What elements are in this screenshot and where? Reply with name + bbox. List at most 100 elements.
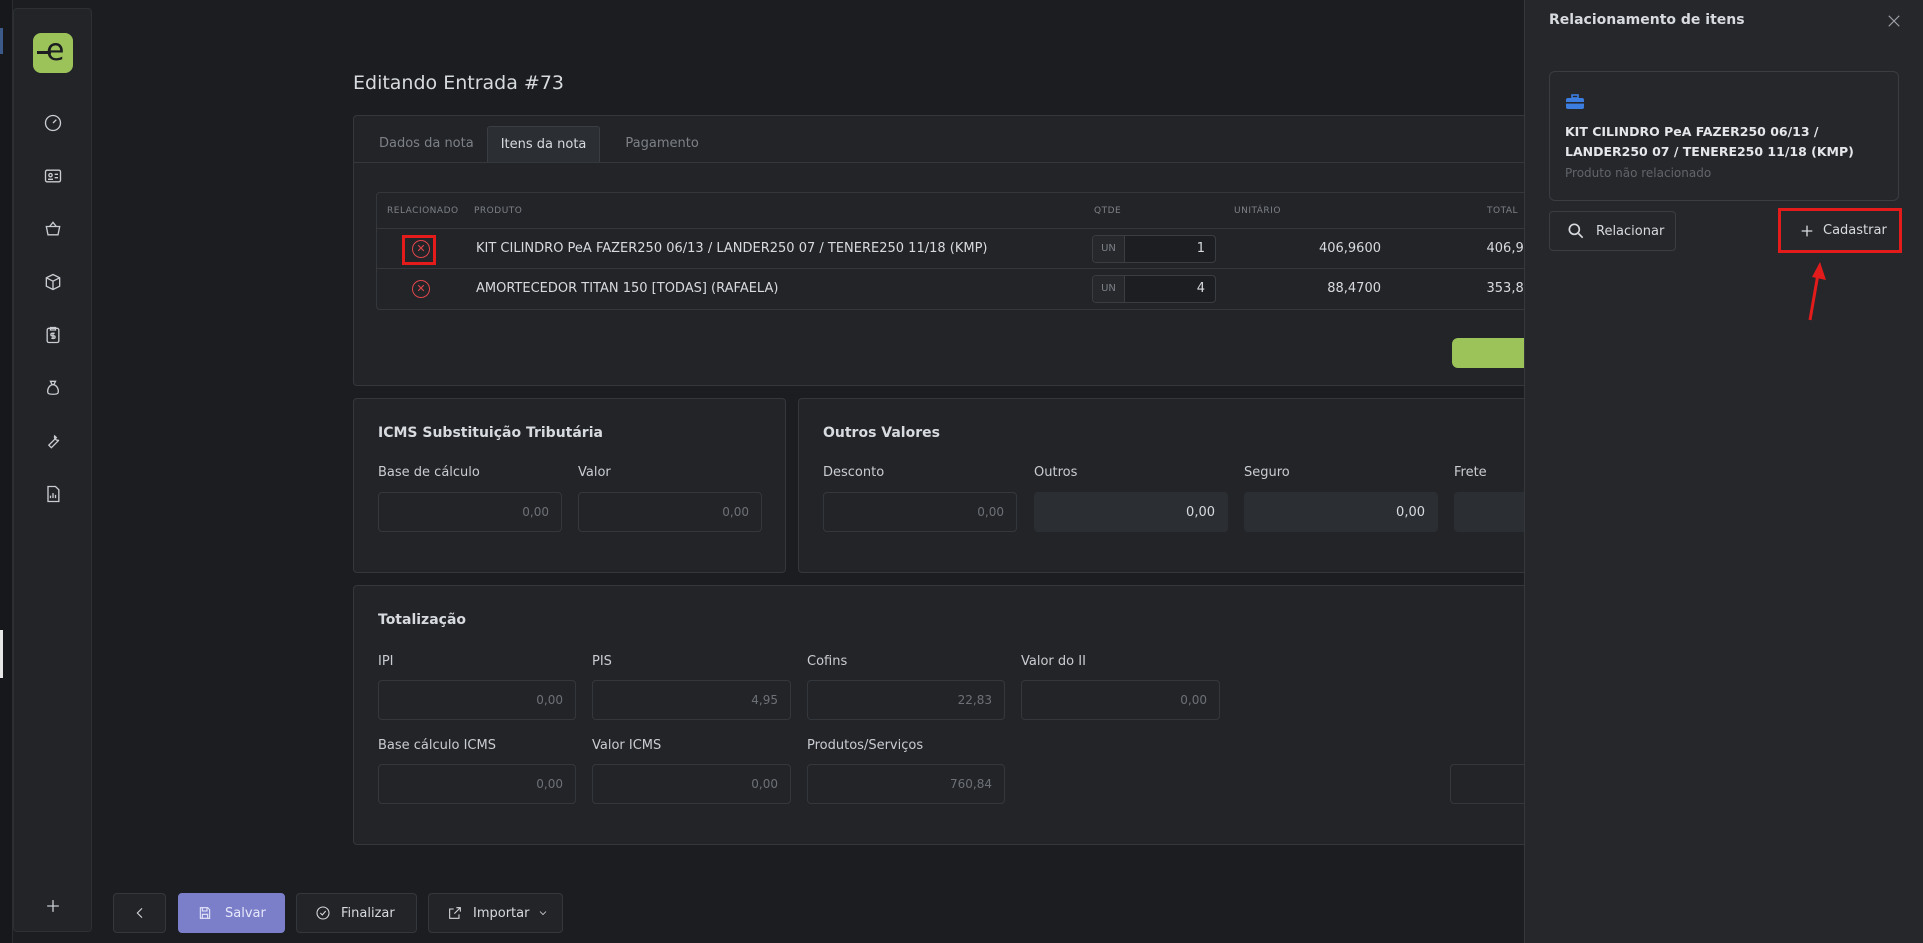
base-calculo-value: 0,00 [522, 505, 549, 519]
base-icms-field[interactable]: 0,00 [378, 764, 576, 804]
table-header: RELACIONADO PRODUTO QTDE UNITÁRIO TOTAL [377, 193, 1552, 229]
dashboard-icon[interactable] [40, 110, 66, 136]
valor-icms-value: 0,00 [751, 777, 778, 791]
valor-ii-value: 0,00 [1180, 693, 1207, 707]
contact-card-icon[interactable] [40, 163, 66, 189]
header-total: TOTAL [1487, 206, 1519, 216]
close-icon[interactable] [1885, 12, 1903, 30]
report-icon[interactable] [40, 481, 66, 507]
header-unitario: UNITÁRIO [1234, 206, 1281, 216]
produtos-servicos-value: 760,84 [950, 777, 992, 791]
icms-title: ICMS Substituição Tributária [378, 425, 603, 441]
quantity-value[interactable]: 4 [1197, 281, 1205, 296]
valor-field[interactable]: 0,00 [578, 492, 762, 532]
highlight-box [402, 235, 436, 265]
money-bag-icon[interactable] [40, 375, 66, 401]
finalizar-button[interactable]: Finalizar [296, 893, 417, 933]
sidebar: e [13, 8, 92, 932]
save-button[interactable]: Salvar [178, 893, 285, 933]
finance-clipboard-icon[interactable] [40, 322, 66, 348]
product-card: KIT CILINDRO PeA FAZER250 06/13 / LANDER… [1549, 71, 1899, 201]
x-circle-icon[interactable]: ✕ [412, 280, 430, 298]
header-produto: PRODUTO [474, 206, 523, 216]
page-title: Editando Entrada #73 [353, 72, 564, 94]
totalizacao-panel: Totalização IPI PIS Cofins Valor do II 0… [353, 585, 1554, 845]
row-unitario: 406,9600 [1318, 241, 1381, 256]
outros-field[interactable]: 0,00 [1034, 492, 1228, 532]
outros-value: 0,00 [1186, 505, 1215, 520]
edge-strip [0, 0, 13, 943]
ipi-value: 0,00 [536, 693, 563, 707]
outros-label: Outros [1034, 465, 1078, 480]
quantity-field[interactable]: UN 1 [1092, 235, 1216, 263]
relacionar-label: Relacionar [1596, 223, 1665, 239]
tab-itens-da-nota[interactable]: Itens da nota [486, 126, 601, 162]
importar-button[interactable]: Importar [428, 893, 563, 933]
check-circle-icon [316, 906, 330, 920]
produtos-servicos-field[interactable]: 760,84 [807, 764, 1005, 804]
desconto-value: 0,00 [977, 505, 1004, 519]
icms-panel: ICMS Substituição Tributária Base de cál… [353, 398, 786, 573]
valor-ii-field[interactable]: 0,00 [1021, 680, 1220, 720]
items-table: RELACIONADO PRODUTO QTDE UNITÁRIO TOTAL … [376, 192, 1553, 310]
cadastrar-button[interactable]: Cadastrar [1778, 208, 1902, 253]
unit-label: UN [1093, 276, 1125, 302]
product-status: Produto não relacionado [1565, 166, 1712, 180]
outros-valores-panel: Outros Valores Desconto Outros Seguro Fr… [798, 398, 1554, 573]
save-label: Salvar [225, 905, 266, 921]
unit-label: UN [1093, 236, 1125, 262]
plus-icon[interactable] [40, 893, 66, 919]
base-calculo-label: Base de cálculo [378, 465, 480, 480]
logo-letter: e [46, 33, 65, 68]
cofins-label: Cofins [807, 654, 848, 669]
app-window: e Editando Entrada #73 Dados da nota Ite… [0, 0, 1923, 943]
basket-icon[interactable] [40, 216, 66, 242]
chevron-down-icon [540, 911, 547, 916]
valor-ii-label: Valor do II [1021, 654, 1086, 669]
header-qtde: QTDE [1094, 206, 1122, 216]
valor-label: Valor [578, 465, 611, 480]
desconto-label: Desconto [823, 465, 885, 480]
frete-label: Frete [1454, 465, 1487, 480]
quantity-field[interactable]: UN 4 [1092, 275, 1216, 303]
scroll-indicator[interactable] [0, 630, 3, 678]
tab-dados-da-nota[interactable]: Dados da nota [366, 126, 487, 162]
table-row[interactable]: ✕ KIT CILINDRO PeA FAZER250 06/13 / LAND… [377, 229, 1552, 269]
plus-icon [1801, 225, 1813, 236]
seguro-value: 0,00 [1396, 505, 1425, 520]
pis-value: 4,95 [751, 693, 778, 707]
external-link-icon [449, 907, 461, 919]
tab-divider [354, 162, 1552, 163]
produtos-servicos-label: Produtos/Serviços [807, 738, 924, 753]
product-name: KIT CILINDRO PeA FAZER250 06/13 / LANDER… [1565, 124, 1854, 159]
relacionamento-drawer: Relacionamento de itens KIT CILINDRO PeA… [1524, 0, 1923, 943]
toolbox-icon [1566, 94, 1584, 109]
edge-indicator [0, 28, 3, 54]
relacionar-button[interactable]: Relacionar [1549, 211, 1676, 251]
wrench-icon[interactable] [40, 428, 66, 454]
ipi-field[interactable]: 0,00 [378, 680, 576, 720]
finalizar-label: Finalizar [341, 905, 395, 921]
back-button[interactable] [113, 893, 166, 933]
base-icms-label: Base cálculo ICMS [378, 738, 496, 753]
pis-label: PIS [592, 654, 612, 669]
table-row[interactable]: ✕ AMORTECEDOR TITAN 150 [TODAS] (RAFAELA… [377, 269, 1552, 309]
chevron-left-icon [136, 907, 142, 919]
valor-icms-label: Valor ICMS [592, 738, 662, 753]
outros-title: Outros Valores [823, 425, 940, 441]
app-logo[interactable]: e [33, 33, 73, 73]
tab-bar: Dados da nota Itens da nota Pagamento [354, 126, 712, 162]
seguro-field[interactable]: 0,00 [1244, 492, 1438, 532]
row-produto: KIT CILINDRO PeA FAZER250 06/13 / LANDER… [476, 241, 988, 256]
valor-icms-field[interactable]: 0,00 [592, 764, 791, 804]
quantity-value[interactable]: 1 [1197, 241, 1205, 256]
desconto-field[interactable]: 0,00 [823, 492, 1017, 532]
base-calculo-field[interactable]: 0,00 [378, 492, 562, 532]
tab-pagamento[interactable]: Pagamento [612, 126, 711, 162]
cadastrar-label: Cadastrar [1823, 223, 1887, 238]
box-icon[interactable] [40, 269, 66, 295]
ipi-label: IPI [378, 654, 394, 669]
base-icms-value: 0,00 [536, 777, 563, 791]
pis-field[interactable]: 4,95 [592, 680, 791, 720]
cofins-field[interactable]: 22,83 [807, 680, 1005, 720]
